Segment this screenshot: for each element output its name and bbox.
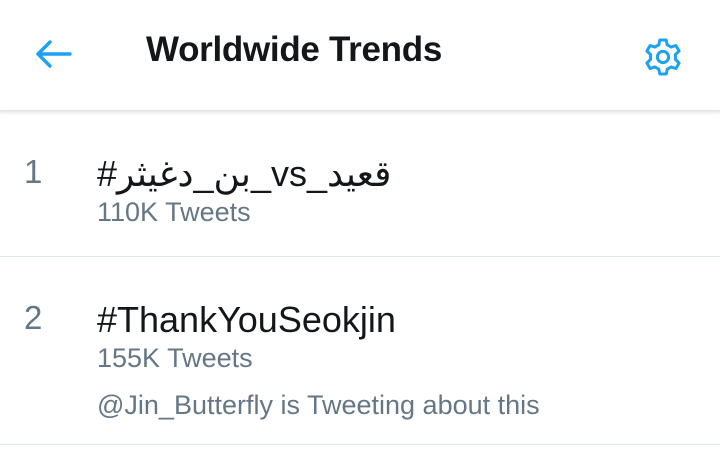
gear-icon (645, 38, 681, 76)
trend-context: @Jin_Butterfly is Tweeting about this (97, 390, 540, 420)
arrow-left-icon (36, 40, 72, 68)
trend-rank: 1 (24, 153, 43, 190)
trend-item[interactable]: 1 #بن_دغيثر_vs_قعيد 110K Tweets (0, 111, 720, 257)
trend-tweet-count: 155K Tweets (97, 343, 253, 373)
trend-list: 1 #بن_دغيثر_vs_قعيد 110K Tweets 2 #Thank… (0, 111, 720, 445)
back-button[interactable] (30, 34, 78, 74)
trend-item[interactable]: 2 #ThankYouSeokjin 155K Tweets @Jin_Butt… (0, 257, 720, 445)
trend-rank: 2 (24, 299, 43, 336)
settings-button[interactable] (636, 30, 690, 84)
page-title: Worldwide Trends (146, 30, 442, 69)
trend-name: #بن_دغيثر_vs_قعيد (97, 153, 392, 194)
trend-tweet-count: 110K Tweets (97, 197, 251, 227)
trend-name: #ThankYouSeokjin (97, 299, 396, 340)
top-app-bar: Worldwide Trends (0, 0, 720, 111)
